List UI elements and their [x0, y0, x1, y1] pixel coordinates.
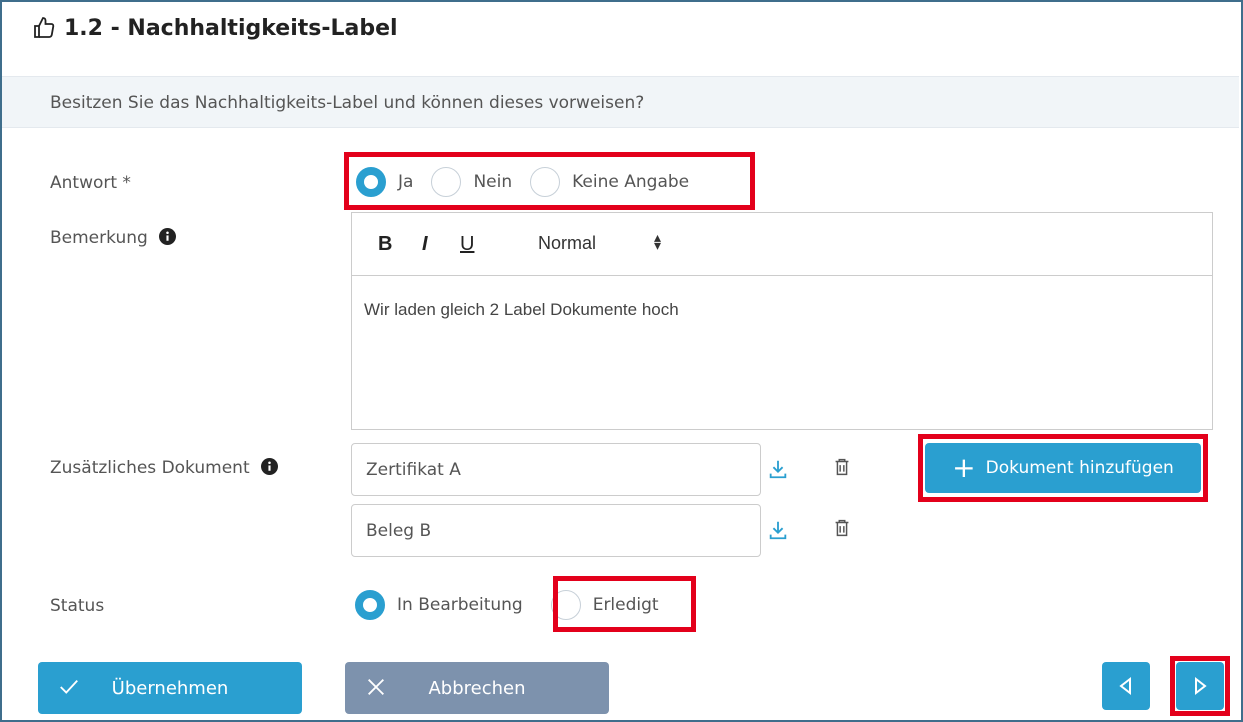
bold-button[interactable]: B	[378, 233, 392, 256]
info-icon[interactable]	[261, 458, 279, 475]
remark-textarea[interactable]: Wir laden gleich 2 Label Dokumente hoch	[352, 276, 1212, 344]
radio-in-bearbeitung[interactable]	[355, 590, 385, 620]
highlight-status-erledigt	[553, 576, 696, 632]
format-select-arrows-icon[interactable]: ▴ ▾	[654, 230, 661, 252]
trash-icon[interactable]	[831, 517, 853, 539]
remark-label-row: Bemerkung	[50, 228, 177, 248]
format-select[interactable]: Normal	[538, 233, 596, 254]
document-field-2[interactable]: Beleg B	[351, 504, 761, 557]
submit-button[interactable]: Übernehmen	[38, 662, 302, 714]
triangle-left-icon	[1119, 676, 1131, 696]
thumbs-up-icon	[34, 17, 55, 38]
underline-button[interactable]: U	[460, 233, 474, 256]
highlight-answer	[344, 152, 755, 210]
cancel-button[interactable]: Abbrechen	[345, 662, 609, 714]
highlight-next	[1170, 656, 1230, 716]
document-field-1[interactable]: Zertifikat A	[351, 443, 761, 496]
page-title: 1.2 - Nachhaltigkeits-Label	[64, 16, 398, 41]
radio-in-bearbeitung-label[interactable]: In Bearbeitung	[397, 595, 523, 615]
documents-label-row: Zusätzliches Dokument	[50, 458, 279, 478]
cancel-label: Abbrechen	[428, 678, 526, 699]
remark-label: Bemerkung	[50, 228, 148, 248]
previous-button[interactable]	[1102, 662, 1150, 710]
question-bar: Besitzen Sie das Nachhaltigkeits-Label u…	[2, 76, 1239, 128]
remark-editor: B I U Normal ▴ ▾ Wir laden gleich 2 Label…	[351, 212, 1213, 430]
answer-label: Antwort *	[50, 173, 131, 193]
highlight-add-document	[918, 434, 1208, 502]
download-icon[interactable]	[767, 458, 789, 480]
download-icon[interactable]	[767, 519, 789, 541]
question-text: Besitzen Sie das Nachhaltigkeits-Label u…	[50, 93, 645, 113]
submit-label: Übernehmen	[111, 678, 229, 699]
dialog-header: 1.2 - Nachhaltigkeits-Label	[2, 2, 1239, 74]
editor-toolbar: B I U Normal ▴ ▾	[352, 213, 1212, 276]
info-icon[interactable]	[159, 228, 177, 245]
trash-icon[interactable]	[831, 456, 853, 478]
italic-button[interactable]: I	[422, 233, 428, 256]
status-label: Status	[50, 596, 105, 616]
documents-label: Zusätzliches Dokument	[50, 458, 250, 478]
